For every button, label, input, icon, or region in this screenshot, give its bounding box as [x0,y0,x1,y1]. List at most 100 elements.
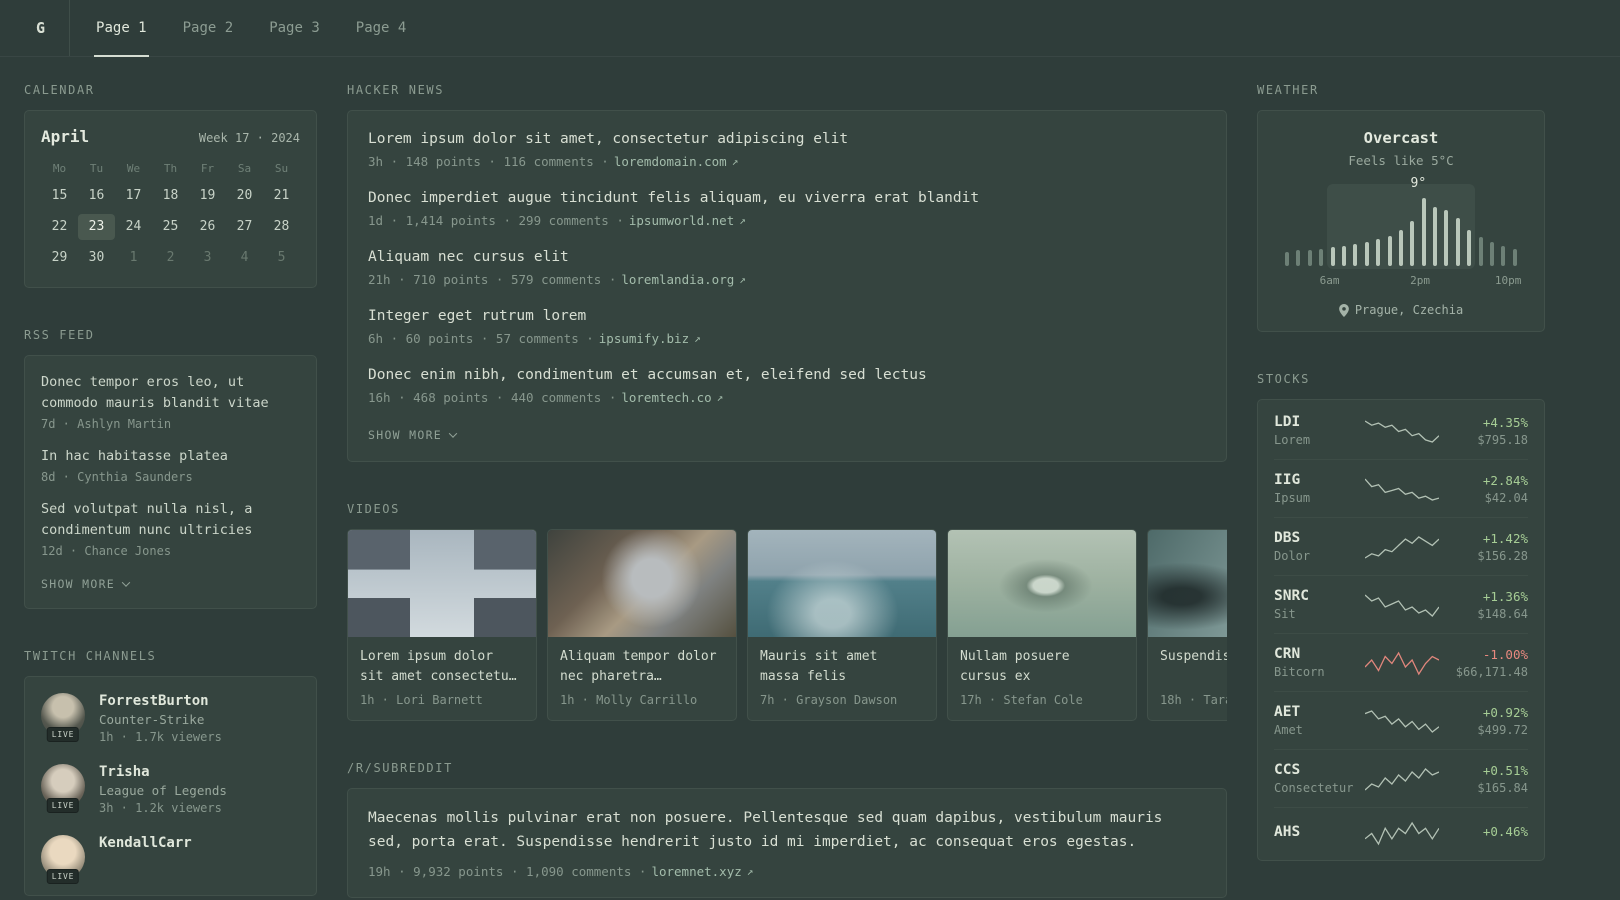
videos-widget: VIDEOS Lorem ipsum dolor sit amet consec… [347,502,1227,722]
rss-item-title[interactable]: Donec tempor eros leo, ut commodo mauris… [41,372,300,414]
item-domain-link[interactable]: loremlandia.org [621,272,734,287]
hackernews-item-title[interactable]: Donec enim nibh, condimentum et accumsan… [368,365,1206,386]
video-thumbnail[interactable] [748,530,936,638]
video-thumbnail[interactable] [548,530,736,638]
external-link-icon: ↗ [716,391,724,405]
twitch-widget-title: TWITCH CHANNELS [24,648,157,663]
hackernews-item-title[interactable]: Integer eget rutrum lorem [368,306,1206,327]
weekday-label: Th [163,162,178,175]
hackernews-item-title[interactable]: Lorem ipsum dolor sit amet, consectetur … [368,129,1206,150]
item-domain-link[interactable]: loremdomain.com [614,154,727,169]
hackernews-item: Lorem ipsum dolor sit amet, consectetur … [368,129,1206,169]
item-domain-link[interactable]: loremtech.co [621,390,711,405]
calendar-day: 30 [88,250,105,265]
video-title[interactable]: Suspendisse diam [1160,647,1227,686]
item-domain-link[interactable]: loremnet.xyz [651,864,741,879]
video-card[interactable]: Aliquam tempor dolor nec pharetra… 1h · … [547,529,737,722]
tab-page-4[interactable]: Page 4 [354,0,409,56]
stock-change: +1.42% [1482,530,1528,546]
hackernews-show-more-button[interactable]: SHOW MORE [368,428,458,443]
video-thumbnail[interactable] [348,530,536,638]
item-domain-link[interactable]: ipsumify.biz [599,331,689,346]
hackernews-show-more-label: SHOW MORE [368,428,443,443]
tab-page-1[interactable]: Page 1 [94,0,149,57]
stock-values: +0.92% $499.72 [1442,705,1528,737]
stock-row[interactable]: AHS +0.46% [1274,807,1528,858]
rss-item-title[interactable]: In hac habitasse platea [41,446,300,467]
twitch-channel-row[interactable]: LIVE KendallCarr [41,834,300,884]
stock-row[interactable]: SNRC Sit +1.36% $148.64 [1274,575,1528,633]
channel-avatar: LIVE [41,763,85,813]
calendar-day: 16 [88,188,105,203]
channel-category[interactable]: Counter-Strike [99,712,222,727]
axis-tick: 2pm [1410,274,1430,287]
stock-row[interactable]: CRN Bitcorn -1.00% $66,171.48 [1274,633,1528,691]
video-card[interactable]: Mauris sit amet massa felis 7h · Grayson… [747,529,937,722]
channel-meta: 1h · 1.7k viewers [99,729,222,744]
hackernews-item-meta: 21h · 710 points · 579 comments · loreml… [368,272,1206,287]
calendar-widget: CALENDAR April Week 17 · 2024 Mo Tu We T… [24,83,317,288]
channel-name[interactable]: KendallCarr [99,835,192,851]
hackernews-item: Donec imperdiet augue tincidunt felis al… [368,188,1206,228]
video-title[interactable]: Lorem ipsum dolor sit amet consectetu… [360,647,524,686]
twitch-channel-row[interactable]: LIVE Trisha League of Legends 3h · 1.2k … [41,763,300,815]
rss-item: Sed volutpat nulla nisl, a condimentum n… [41,499,300,558]
tab-page-2[interactable]: Page 2 [181,0,236,56]
stock-values: +1.36% $148.64 [1442,589,1528,621]
stock-sparkline [1362,534,1442,560]
channel-name[interactable]: Trisha [99,764,227,780]
weekday-label: Mo [52,162,67,175]
rss-widget-title: RSS FEED [24,328,95,342]
stock-price: $795.18 [1477,432,1528,447]
channel-category[interactable]: League of Legends [99,783,227,798]
item-meta-text: 16h · 468 points · 440 comments · [368,390,617,406]
weather-widget-title: WEATHER [1257,83,1319,97]
calendar-day: 21 [273,188,290,203]
item-domain-link[interactable]: ipsumworld.net [629,213,734,228]
twitch-channel-row[interactable]: LIVE ForrestBurton Counter-Strike 1h · 1… [41,692,300,744]
hackernews-item-title[interactable]: Donec imperdiet augue tincidunt felis al… [368,188,1206,209]
stock-row[interactable]: DBS Dolor +1.42% $156.28 [1274,517,1528,575]
stock-name: Amet [1274,723,1303,737]
weather-time-axis: 6am 2pm 10pm [1282,274,1522,289]
item-meta-text: 21h · 710 points · 579 comments · [368,272,617,288]
app-logo[interactable]: G [24,0,71,56]
stock-row[interactable]: IIG Ipsum +2.84% $42.04 [1274,459,1528,517]
channel-info: ForrestBurton Counter-Strike 1h · 1.7k v… [99,693,222,744]
video-title[interactable]: Aliquam tempor dolor nec pharetra… [560,647,724,686]
hackernews-item-title[interactable]: Aliquam nec cursus elit [368,247,1206,268]
subreddit-post-title[interactable]: Maecenas mollis pulvinar erat non posuer… [368,807,1206,855]
item-meta-text: 19h · 9,932 points · 1,090 comments · [368,863,647,879]
location-pin-icon [1338,303,1349,317]
channel-avatar: LIVE [41,834,85,884]
calendar-day: 22 [51,219,68,234]
video-title[interactable]: Mauris sit amet massa felis [760,647,924,686]
video-card[interactable]: Nullam posuere cursus ex 17h · Stefan Co… [947,529,1137,722]
calendar-day: 29 [51,250,68,265]
stock-row[interactable]: AET Amet +0.92% $499.72 [1274,691,1528,749]
stock-row[interactable]: CCS Consectetur +0.51% $165.84 [1274,749,1528,807]
stock-row[interactable]: LDI Lorem +4.35% $795.18 [1274,402,1528,459]
video-thumbnail[interactable] [1148,530,1227,638]
calendar-day-next-month: 5 [277,250,286,265]
video-card[interactable]: Lorem ipsum dolor sit amet consectetu… 1… [347,529,537,722]
hackernews-item: Integer eget rutrum lorem 6h · 60 points… [368,306,1206,346]
rss-item: In hac habitasse platea 8d · Cynthia Sau… [41,446,300,484]
rss-item-meta: 7d · Ashlyn Martin [41,416,172,431]
video-title[interactable]: Nullam posuere cursus ex [960,647,1124,686]
tab-page-3[interactable]: Page 3 [267,0,322,56]
stock-values: +4.35% $795.18 [1442,415,1528,447]
video-card-body: Suspendisse diam 18h · Tara [1148,637,1227,720]
stock-sparkline [1362,708,1442,734]
video-card[interactable]: Suspendisse diam 18h · Tara [1147,529,1227,722]
rss-item-title[interactable]: Sed volutpat nulla nisl, a condimentum n… [41,499,300,541]
channel-name[interactable]: ForrestBurton [99,693,222,709]
stock-identity: CCS Consectetur [1274,762,1362,795]
hackernews-item: Aliquam nec cursus elit 21h · 710 points… [368,247,1206,287]
chevron-down-icon [448,429,458,438]
stock-change: +4.35% [1482,414,1528,430]
video-thumbnail[interactable] [948,530,1136,638]
rss-show-more-button[interactable]: SHOW MORE [41,577,131,591]
subreddit-post-meta: 19h · 9,932 points · 1,090 comments · lo… [368,864,1206,879]
stocks-card: LDI Lorem +4.35% $795.18 IIG Ipsum +2.84… [1257,399,1545,861]
